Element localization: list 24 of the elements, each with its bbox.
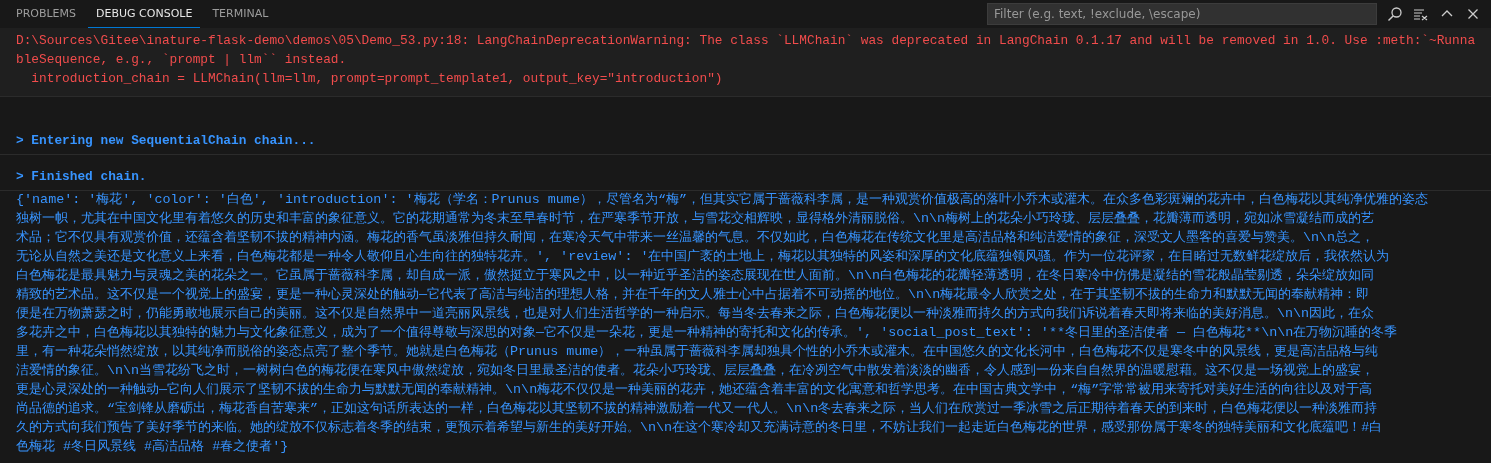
panel-tab[interactable]: PROBLEMS (8, 0, 85, 28)
panel-tab[interactable]: TERMINAL (204, 0, 277, 28)
output-line: 洁爱情的象征。\n\n当雪花纷飞之时，一树树白色的梅花便在寒风中傲然绽放，宛如冬日里最圣洁的使者。花朵小巧玲珑、层层叠叠，在冷冽空气中散发着淡淡的幽香，令人感到一份来自自然界的温暖慰藉。这不仅是一场视觉上的盛宴， (16, 362, 1376, 380)
output-line: 精致的艺术品。这不仅是一个视觉上的盛宴，更是一种心灵深处的触动—它代表了高洁与纯洁的理想人格，并在千年的文人雅士心中占据着不可动摇的地位。\n\n梅花最令人欣赏之处，在于其坚韧不拔的生命力和默默无闻的奉献精神：即 (16, 286, 1371, 304)
chain-status-line: > Entering new SequentialChain chain... (16, 132, 317, 150)
output-line: 色梅花 #冬日风景线 #高洁品格 #春之使者'} (16, 438, 290, 456)
warning-line: bleSequence, e.g., `prompt | llm`` instead. (16, 51, 348, 69)
output-line: {'name': '梅花', 'color': '白色', 'introduction': '梅花（学名：Prunus mume），尽管名为“梅”，但其实它属于蔷薇科李属，是一种观赏价值极高的落叶小乔木或灌木。在众多色彩斑斓的花卉中，白色梅花以其纯净优雅的姿态 (16, 191, 1429, 209)
chain-status-line: > Finished chain. (16, 168, 148, 186)
output-line: 便是在万物萧瑟之时，仍能勇敢地展示自己的美丽。这不仅是自然界中一道亮丽风景线，也是对人们生活哲学的一种启示。每当冬去春来之际，白色梅花便以一种淡雅而持久的方式向我们诉说着春天即将来临的美好消息。\n\n因此，在众 (16, 305, 1376, 323)
clear-console-icon[interactable] (1413, 6, 1429, 22)
output-line: 术品；它不仅具有观赏价值，还蕴含着坚韧不拔的精神内涵。梅花的香气虽淡雅但持久耐闻，在寒冷天气中带来一丝温馨的气息。不仅如此，白色梅花在传统文化里是高洁品格和纯洁爱情的象征，深受文人墨客的喜爱与赞美。\n\n总之， (16, 229, 1376, 247)
filter-field[interactable]: Filter (e.g. text, !exclude, \escape) (987, 3, 1377, 25)
warning-line: D:\Sources\Gitee\inature-flask-demo\demos\05\Demo_53.py:18: LangChainDeprecationWarning: The class `LLMChain` was deprecated in LangChain 0.1.17 and will be removed in 1.0. Use :meth:`~Runna (16, 32, 1475, 50)
output-line: 独树一帜，尤其在中国文化里有着悠久的历史和丰富的象征意义。它的花期通常为冬末至早春时节，在严寒季节开放，与雪花交相辉映，显得格外清丽脱俗。\n\n梅树上的花朵小巧玲珑、层层叠叠，花瓣薄而透明，宛如冰雪凝结而成的艺 (16, 210, 1376, 228)
warning-line: introduction_chain = LLMChain(llm=llm, prompt=prompt_template1, output_key="introduction") (30, 70, 724, 88)
filter-icon[interactable] (1387, 6, 1403, 22)
output-line: 多花卉之中，白色梅花以其独特的魅力与文化象征意义，成为了一个值得尊敬与深思的对象—它不仅是一朵花，更是一种精神的寄托和文化的传承。', 'social_post_text': '**冬日里的圣洁使者 — 白色梅花**\n\n在万物沉睡的冬季 (16, 324, 1399, 342)
output-line: 久的方式向我们预告了美好季节的来临。她的绽放不仅标志着冬季的结束，更预示着希望与新生的美好开始。\n\n在这个寒冷却又充满诗意的冬日里，不妨让我们一起走近白色梅花的世界，感受那份属于寒冬的独特美丽和文化底蕴吧！#白 (16, 419, 1384, 437)
output-line: 无论从自然之美还是文化意义上来看，白色梅花都是一种令人敬仰且心生向往的独特花卉。', 'review': '在中国广袤的土地上，梅花以其独特的风姿和深厚的文化底蕴独领风骚。作为一位花评家，在目睹过无数鲜花绽放后，我依然认为 (16, 248, 1391, 266)
output-line: 白色梅花是最具魅力与灵魂之美的花朵之一。它虽属于蔷薇科李属，却自成一派，傲然挺立于寒风之中，以一种近乎圣洁的姿态展现在世人面前。\n\n白色梅花的花瓣轻薄透明，在冬日寒冷中仿佛是凝结的雪花般晶莹剔透，朵朵绽放如同 (16, 267, 1376, 285)
output-line: 更是心灵深处的一种触动—它向人们展示了坚韧不拔的生命力与默默无闻的奉献精神。\n\n梅花不仅仅是一种美丽的花卉，她还蕴含着丰富的文化寓意和哲学思考。在中国古典文学中，“梅”字常常被用来寄托对美好生活的向往以及对于高 (16, 381, 1374, 399)
output-line: 里，有一种花朵悄然绽放，以其纯净而脱俗的姿态点亮了整个季节。她就是白色梅花（Prunus mume），一种虽属于蔷薇科李属却独具个性的小乔木或灌木。在中国悠久的文化长河中，白色梅花不仅是寒冬中的风景线，更是高洁品格与纯 (16, 343, 1380, 361)
output-line: 尚品德的追求。“宝剑锋从磨砺出，梅花香自苦寒来”，正如这句话所表达的一样，白色梅花以其坚韧不拔的精神激励着一代又一代人。\n\n冬去春来之际，当人们在欣赏过一季冰雪之后正期待着春天的到来时，白色梅花便以一种淡雅而持 (16, 400, 1379, 418)
